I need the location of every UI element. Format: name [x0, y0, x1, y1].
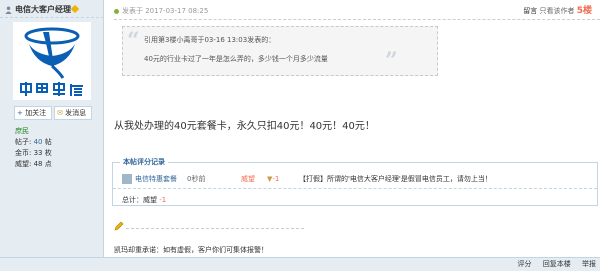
rating-divider	[113, 188, 597, 189]
post-body: 从我处办理的40元套餐卡，永久只扣40元！40元！40元！	[114, 121, 375, 132]
quote-block: “ 引用第3楼小禹哥于03-16 13:03发表的： 40元的行业卡过了一年是怎…	[122, 26, 438, 76]
quote-content: 40元的行业卡过了一年是怎么弄的，多少钱一个月多少流量	[144, 55, 328, 63]
online-status-icon	[114, 8, 119, 14]
rating-total: 总计：威望 -1	[122, 196, 167, 204]
post-main: 发表于 2017-03-17 08:25 留言 只看该作者 5楼 “ 引用第3楼…	[104, 0, 600, 271]
stat-gold: 金币: 33 枚	[15, 149, 52, 157]
author-name-row: 电信大客户经理	[0, 4, 104, 18]
rate-link[interactable]: 评分	[518, 260, 532, 268]
plus-icon: +	[17, 109, 23, 117]
vip-medal-icon	[70, 4, 80, 14]
leave-message-link[interactable]: 留言	[523, 7, 537, 15]
report-link[interactable]: 举报	[582, 260, 596, 268]
only-author-link[interactable]: 只看该作者	[540, 7, 575, 15]
signature-divider	[126, 228, 304, 229]
quote-open-icon: “	[127, 28, 140, 54]
stat-reputation: 威望: 48 点	[15, 160, 52, 168]
envelope-icon: ✉	[57, 109, 63, 117]
rater-name[interactable]: 电信特惠套餐	[135, 174, 177, 184]
signature-text: 凯玛却重承诺：如有虚假，客户你们可集体报警！	[114, 246, 268, 254]
author-name[interactable]: 电信大客户经理	[15, 5, 71, 14]
reply-link[interactable]: 回复本楼	[543, 260, 571, 268]
avatar[interactable]	[13, 22, 91, 100]
rating-field: 威望	[241, 175, 255, 183]
post-footer-bar: 评分 回复本楼 举报	[0, 257, 600, 271]
rating-record: 本帖评分记录 电信特惠套餐 0秒前 威望 ▼-1 【打假】所谓的'电信大客户经理…	[112, 157, 598, 206]
stat-posts: 帖子: 40 帖	[15, 138, 52, 146]
signature-pencil-icon	[114, 221, 124, 231]
posts-count[interactable]: 40	[34, 138, 43, 146]
rater-avatar[interactable]	[122, 174, 132, 184]
post-time: 发表于 2017-03-17 08:25	[122, 7, 209, 15]
follow-button[interactable]: + 加关注	[14, 106, 52, 120]
rating-reason: 【打假】所谓的'电信大客户经理'是假冒电信员工，请勿上当！	[299, 175, 492, 183]
user-online-icon	[5, 6, 12, 14]
user-rank: 庶民	[15, 127, 29, 135]
china-telecom-logo	[19, 27, 85, 96]
quote-header: 引用第3楼小禹哥于03-16 13:03发表的：	[144, 36, 276, 44]
quote-close-icon: ”	[385, 48, 398, 74]
rating-row: 电信特惠套餐 0秒前 威望 ▼-1 【打假】所谓的'电信大客户经理'是假冒电信员…	[113, 174, 597, 186]
message-button[interactable]: ✉ 发消息	[54, 106, 92, 120]
floor-number[interactable]: 5楼	[577, 6, 592, 16]
rating-time: 0秒前	[187, 175, 206, 183]
rating-title: 本帖评分记录	[120, 157, 168, 167]
rating-score: ▼-1	[267, 175, 280, 183]
author-sidebar: 电信大客户经理 + 加关注 ✉ 发消息 庶民 帖子: 40 帖 金币: 33 枚	[0, 0, 104, 271]
post-meta-bar: 发表于 2017-03-17 08:25 留言 只看该作者 5楼	[114, 5, 600, 20]
